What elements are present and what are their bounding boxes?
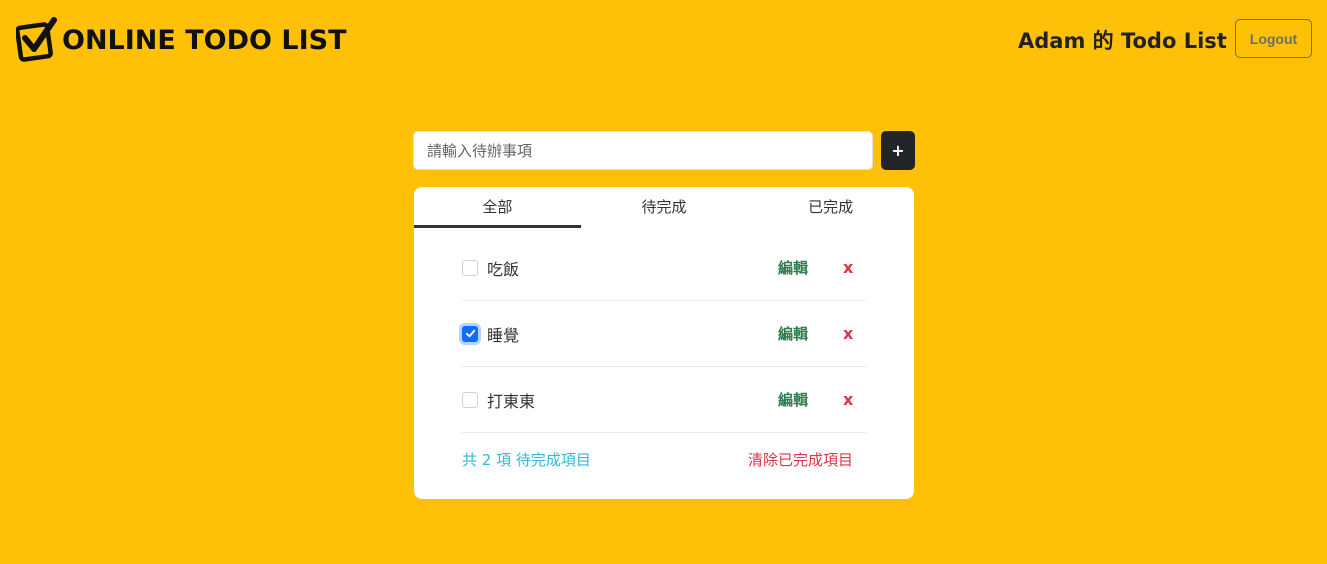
logout-button[interactable]: Logout — [1235, 19, 1312, 58]
todo-text: 打東東 — [487, 391, 536, 411]
pending-count: 共 2 項 待完成項目 — [462, 451, 591, 469]
logo[interactable]: ONLINE TODO LIST — [16, 16, 347, 64]
tab-all[interactable]: 全部 — [414, 187, 581, 228]
todo-text: 睡覺 — [487, 325, 520, 345]
edit-button[interactable]: 編輯 — [778, 257, 808, 278]
delete-button[interactable]: x — [843, 390, 853, 409]
logo-text: ONLINE TODO LIST — [62, 24, 347, 56]
todo-card: 全部 待完成 已完成 吃飯 編輯 x 睡覺 編輯 x 打東東 編輯 x 共 2 … — [414, 187, 914, 499]
delete-button[interactable]: x — [843, 324, 853, 343]
tab-pending[interactable]: 待完成 — [581, 187, 748, 228]
filter-tabs: 全部 待完成 已完成 — [414, 187, 914, 228]
todo-text: 吃飯 — [487, 259, 520, 279]
edit-button[interactable]: 編輯 — [778, 389, 808, 410]
checkbox-logo-icon — [16, 17, 57, 62]
todo-footer: 共 2 項 待完成項目 清除已完成項目 — [462, 449, 853, 470]
check-icon — [465, 329, 475, 338]
todo-checkbox[interactable] — [462, 259, 478, 276]
edit-button[interactable]: 編輯 — [778, 323, 808, 344]
user-title: Adam 的 Todo List — [1018, 29, 1227, 53]
clear-completed-button[interactable]: 清除已完成項目 — [748, 449, 853, 470]
todo-item: 睡覺 編輯 x — [462, 301, 866, 367]
delete-button[interactable]: x — [843, 258, 853, 277]
tab-completed[interactable]: 已完成 — [747, 187, 914, 228]
new-todo-input[interactable] — [413, 131, 873, 170]
todo-list: 吃飯 編輯 x 睡覺 編輯 x 打東東 編輯 x — [462, 235, 866, 433]
todo-item: 打東東 編輯 x — [462, 367, 866, 433]
todo-checkbox[interactable] — [462, 391, 478, 408]
add-todo-button[interactable]: + — [881, 131, 915, 170]
todo-checkbox[interactable] — [462, 325, 478, 342]
todo-item: 吃飯 編輯 x — [462, 235, 866, 301]
